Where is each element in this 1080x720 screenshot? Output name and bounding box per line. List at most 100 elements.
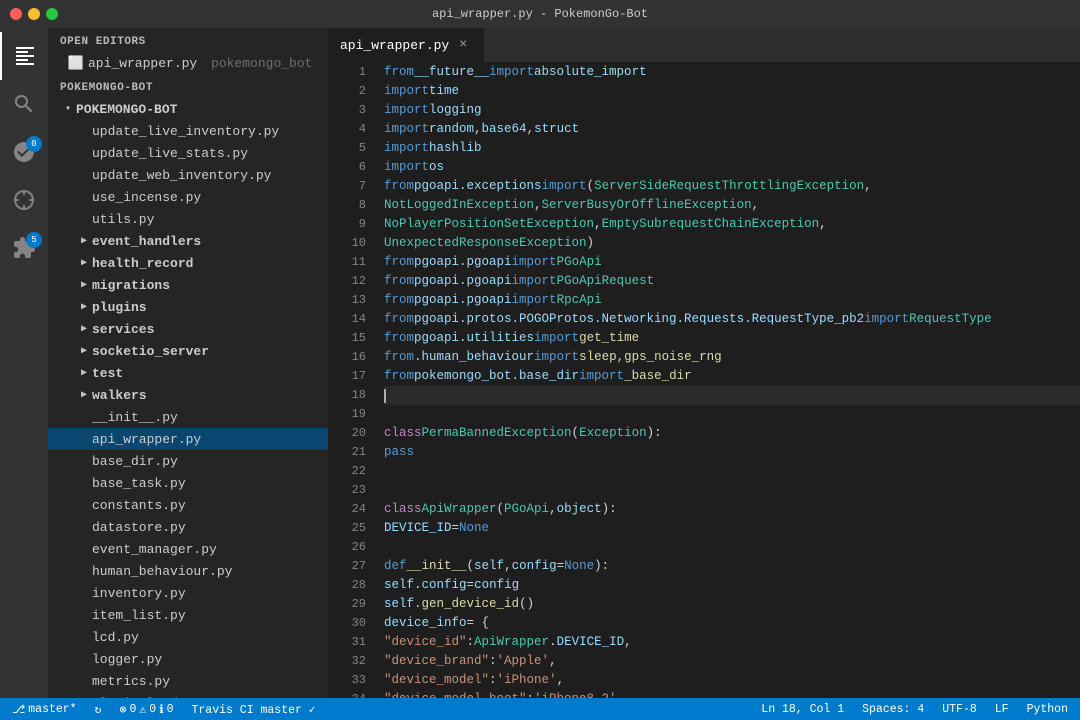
git-branch[interactable]: ⎇ master* (8, 698, 81, 720)
code-line-15: from pgoapi.utilities import get_time (384, 329, 1080, 348)
tree-item-6[interactable]: ▶event_handlers (48, 230, 328, 252)
sync-button[interactable]: ↻ (91, 698, 106, 720)
tree-item-4[interactable]: use_incense.py (48, 186, 328, 208)
code-line-14: from pgoapi.protos.POGOProtos.Networking… (384, 310, 1080, 329)
tree-item-16[interactable]: base_dir.py (48, 450, 328, 472)
tab-api-wrapper[interactable]: api_wrapper.py × (328, 28, 484, 62)
window-controls (10, 8, 58, 20)
activity-debug[interactable] (0, 176, 48, 224)
activity-git[interactable]: 0 (0, 128, 48, 176)
tree-item-25[interactable]: logger.py (48, 648, 328, 670)
code-line-30: device_info = { (384, 614, 1080, 633)
tree-label-12: test (92, 366, 328, 381)
line-number-26: 26 (328, 538, 366, 557)
tree-item-14[interactable]: __init__.py (48, 406, 328, 428)
tree-arrow-8: ▶ (76, 279, 92, 291)
tree-item-0[interactable]: ▾POKEMONGO-BOT (48, 98, 328, 120)
tree-item-8[interactable]: ▶migrations (48, 274, 328, 296)
code-line-25: DEVICE_ID = None (384, 519, 1080, 538)
errors-warnings[interactable]: ⊗ 0 ⚠ 0 ℹ 0 (116, 698, 178, 720)
code-line-11: from pgoapi.pgoapi import PGoApi (384, 253, 1080, 272)
tree-item-10[interactable]: ▶services (48, 318, 328, 340)
status-left: ⎇ master* ↻ ⊗ 0 ⚠ 0 ℹ 0 Travis CI master… (8, 698, 320, 720)
line-number-18: 18 (328, 386, 366, 405)
tree-label-6: event_handlers (92, 234, 328, 249)
code-line-7: from pgoapi.exceptions import (ServerSid… (384, 177, 1080, 196)
tree-item-24[interactable]: lcd.py (48, 626, 328, 648)
tab-close-button[interactable]: × (455, 37, 471, 53)
tree-arrow-6: ▶ (76, 235, 92, 247)
open-editor-filename: api_wrapper.py (88, 56, 197, 71)
tree-item-1[interactable]: update_live_inventory.py (48, 120, 328, 142)
tree-item-12[interactable]: ▶test (48, 362, 328, 384)
tree-item-7[interactable]: ▶health_record (48, 252, 328, 274)
tree-item-22[interactable]: inventory.py (48, 582, 328, 604)
tree-item-15[interactable]: api_wrapper.py (48, 428, 328, 450)
line-number-13: 13 (328, 291, 366, 310)
tree-item-9[interactable]: ▶plugins (48, 296, 328, 318)
sidebar: OPEN EDITORS ⬜ api_wrapper.py pokemongo_… (48, 28, 328, 698)
code-line-19 (384, 405, 1080, 424)
line-number-11: 11 (328, 253, 366, 272)
code-line-17: from pokemongo_bot.base_dir import _base… (384, 367, 1080, 386)
tree-label-20: event_manager.py (92, 542, 328, 557)
tree-label-14: __init__.py (92, 410, 328, 425)
titlebar: api_wrapper.py - PokemonGo-Bot (0, 0, 1080, 28)
tree-item-11[interactable]: ▶socketio_server (48, 340, 328, 362)
activity-extensions[interactable]: 5 (0, 224, 48, 272)
line-numbers: 1234567891011121314151617181920212223242… (328, 63, 376, 698)
line-number-10: 10 (328, 234, 366, 253)
code-line-33: "device_model": 'iPhone', (384, 671, 1080, 690)
line-number-32: 32 (328, 652, 366, 671)
line-number-22: 22 (328, 462, 366, 481)
tree-item-5[interactable]: utils.py (48, 208, 328, 230)
indentation[interactable]: Spaces: 4 (858, 698, 928, 720)
tree-item-19[interactable]: datastore.py (48, 516, 328, 538)
line-number-33: 33 (328, 671, 366, 690)
tree-label-10: services (92, 322, 328, 337)
tree-label-9: plugins (92, 300, 328, 315)
line-number-6: 6 (328, 158, 366, 177)
tree-item-26[interactable]: metrics.py (48, 670, 328, 692)
tree-item-2[interactable]: update_live_stats.py (48, 142, 328, 164)
tree-label-21: human_behaviour.py (92, 564, 328, 579)
tab-filename: api_wrapper.py (340, 38, 449, 53)
code-line-24: class ApiWrapper(PGoApi, object): (384, 500, 1080, 519)
language-mode[interactable]: Python (1023, 698, 1072, 720)
tree-label-17: base_task.py (92, 476, 328, 491)
line-number-20: 20 (328, 424, 366, 443)
tree-item-3[interactable]: update_web_inventory.py (48, 164, 328, 186)
minimize-button[interactable] (28, 8, 40, 20)
line-number-19: 19 (328, 405, 366, 424)
tree-item-23[interactable]: item_list.py (48, 604, 328, 626)
cursor-position[interactable]: Ln 18, Col 1 (757, 698, 848, 720)
encoding[interactable]: UTF-8 (938, 698, 981, 720)
tree-item-18[interactable]: constants.py (48, 494, 328, 516)
close-button[interactable] (10, 8, 22, 20)
line-number-25: 25 (328, 519, 366, 538)
line-number-28: 28 (328, 576, 366, 595)
code-editor[interactable]: 1234567891011121314151617181920212223242… (328, 63, 1080, 698)
code-content[interactable]: from __future__ import absolute_importim… (376, 63, 1080, 698)
tree-label-24: lcd.py (92, 630, 328, 645)
line-number-30: 30 (328, 614, 366, 633)
activity-search[interactable] (0, 80, 48, 128)
status-bar: ⎇ master* ↻ ⊗ 0 ⚠ 0 ℹ 0 Travis CI master… (0, 698, 1080, 720)
code-line-4: import random, base64, struct (384, 120, 1080, 139)
travis-ci[interactable]: Travis CI master ✓ (187, 698, 319, 720)
maximize-button[interactable] (46, 8, 58, 20)
tree-label-2: update_live_stats.py (92, 146, 328, 161)
line-number-31: 31 (328, 633, 366, 652)
tree-item-13[interactable]: ▶walkers (48, 384, 328, 406)
code-line-28: self.config = config (384, 576, 1080, 595)
code-line-9: NoPlayerPositionSetException, EmptySubre… (384, 215, 1080, 234)
status-right: Ln 18, Col 1 Spaces: 4 UTF-8 LF Python (757, 698, 1072, 720)
tree-item-20[interactable]: event_manager.py (48, 538, 328, 560)
activity-explorer[interactable] (0, 32, 48, 80)
tree-item-21[interactable]: human_behaviour.py (48, 560, 328, 582)
line-ending[interactable]: LF (991, 698, 1013, 720)
open-editor-api-wrapper[interactable]: ⬜ api_wrapper.py pokemongo_bot (48, 52, 328, 74)
code-line-2: import time (384, 82, 1080, 101)
tree-item-17[interactable]: base_task.py (48, 472, 328, 494)
editor-area: api_wrapper.py × 12345678910111213141516… (328, 28, 1080, 698)
